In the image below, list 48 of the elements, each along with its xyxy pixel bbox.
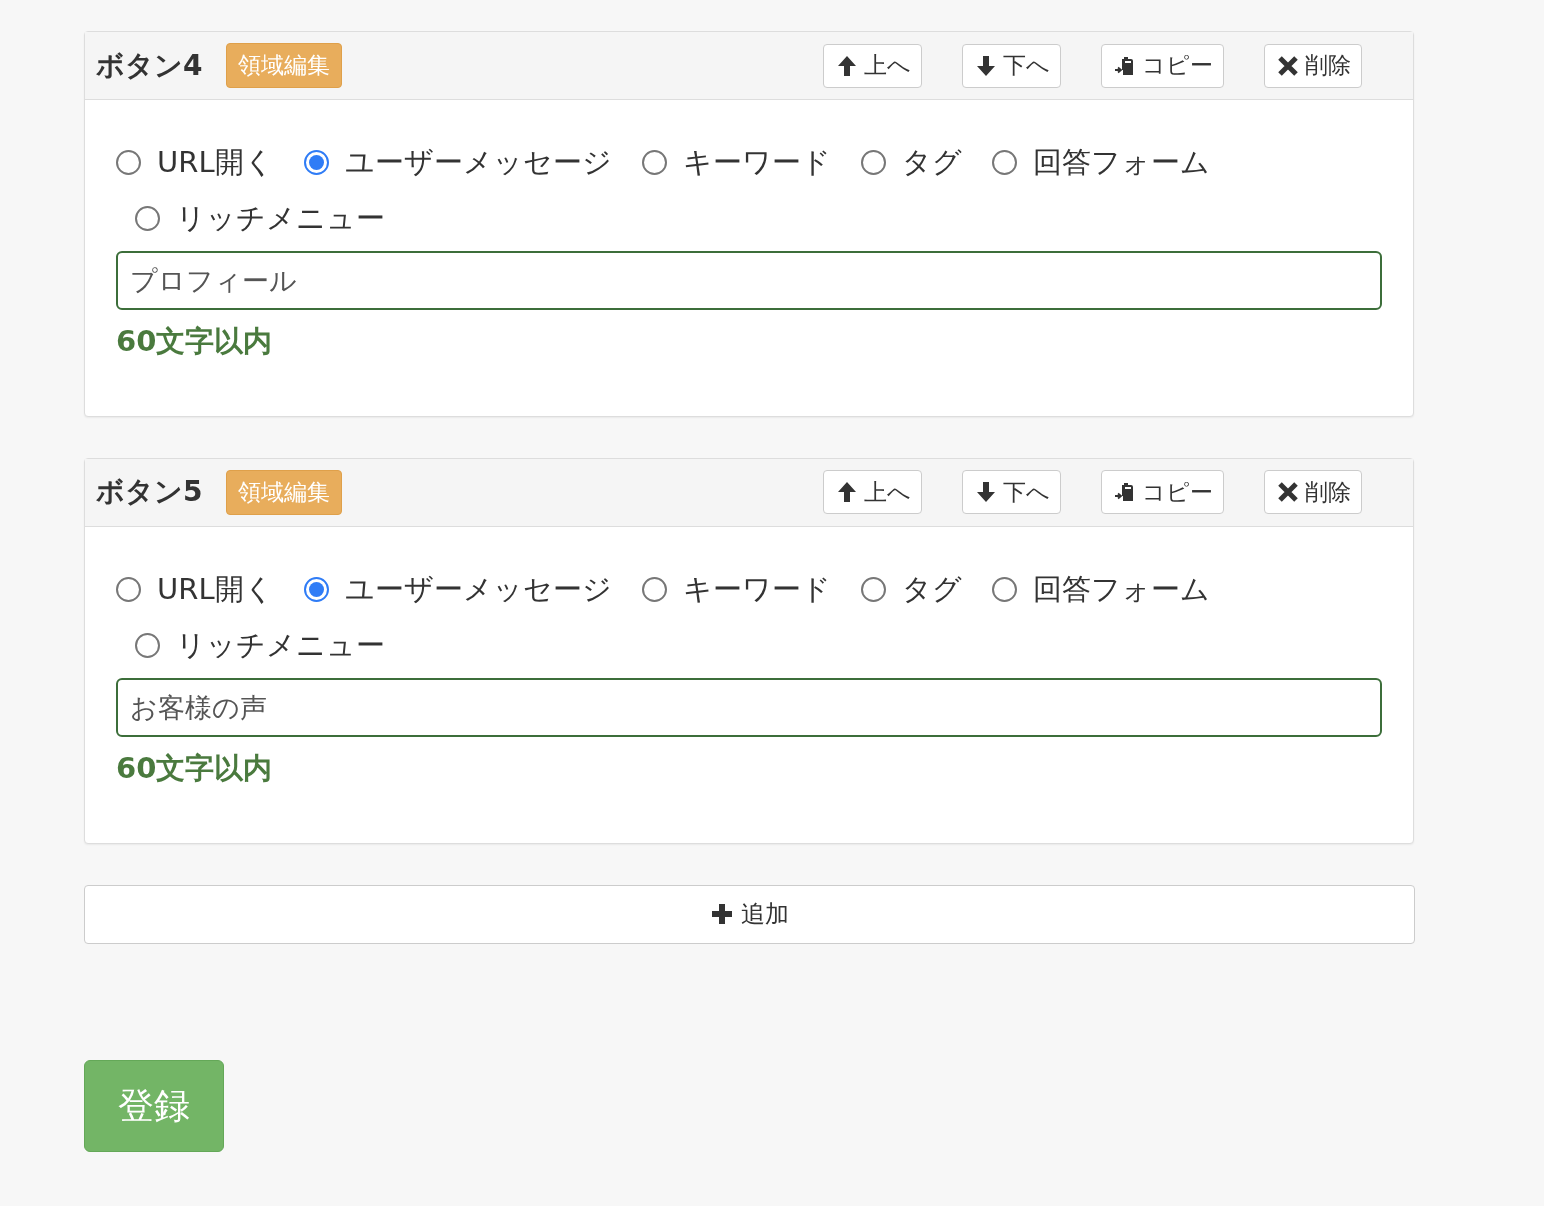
copy-button[interactable]: コピー <box>1101 470 1224 515</box>
radio-option[interactable]: URL開く <box>116 570 274 609</box>
radio-button[interactable] <box>641 150 667 176</box>
move-down-button[interactable]: 下へ <box>962 470 1061 515</box>
radio-button[interactable] <box>641 577 667 603</box>
radio-option[interactable]: 回答フォーム <box>991 570 1210 609</box>
radio-option[interactable]: キーワード <box>641 570 831 609</box>
clipboard-icon <box>1114 54 1136 77</box>
panel-title: ボタン5 <box>96 474 203 511</box>
radio-option[interactable]: タグ <box>860 144 962 182</box>
radio-button[interactable] <box>116 150 141 176</box>
close-icon <box>1277 54 1299 77</box>
delete-button[interactable]: 削除 <box>1264 43 1362 88</box>
radio-button[interactable] <box>116 577 141 603</box>
radio-option[interactable]: URL開く <box>116 144 274 182</box>
up-arrow-icon <box>836 481 858 504</box>
radio-button[interactable] <box>991 150 1017 176</box>
clipboard-icon <box>1114 481 1136 504</box>
close-icon <box>1277 481 1299 504</box>
text-field[interactable]: お客様の声 <box>116 678 1382 738</box>
radio-option[interactable]: ユーザーメッセージ <box>303 144 612 182</box>
down-arrow-icon <box>975 54 997 77</box>
radio-button[interactable] <box>991 577 1017 603</box>
radio-option[interactable]: ユーザーメッセージ <box>303 570 612 609</box>
down-arrow-icon <box>975 481 997 504</box>
radio-button[interactable] <box>303 150 329 176</box>
add-button[interactable]: 追加 <box>84 884 1415 944</box>
move-up-button[interactable]: 上へ <box>823 470 922 515</box>
radio-button[interactable] <box>135 206 160 232</box>
radio-option[interactable]: リッチメニュー <box>135 626 385 665</box>
delete-button[interactable]: 削除 <box>1264 470 1362 515</box>
panel-title: ボタン4 <box>96 47 203 84</box>
radio-option[interactable]: 回答フォーム <box>991 144 1210 182</box>
up-arrow-icon <box>836 54 858 77</box>
character-limit-hint: 60文字以内 <box>116 750 274 788</box>
move-down-button[interactable]: 下へ <box>962 43 1061 88</box>
radio-button[interactable] <box>860 150 886 176</box>
plus-icon <box>710 903 733 926</box>
radio-option[interactable]: キーワード <box>641 144 831 182</box>
copy-button[interactable]: コピー <box>1101 43 1224 88</box>
radio-option[interactable]: タグ <box>860 570 962 609</box>
radio-button[interactable] <box>135 632 160 658</box>
radio-button[interactable] <box>303 577 329 603</box>
character-limit-hint: 60文字以内 <box>116 323 274 361</box>
text-field[interactable]: プロフィール <box>116 251 1382 311</box>
radio-button[interactable] <box>860 577 886 603</box>
move-up-button[interactable]: 上へ <box>823 43 922 88</box>
radio-option[interactable]: リッチメニュー <box>135 199 385 238</box>
